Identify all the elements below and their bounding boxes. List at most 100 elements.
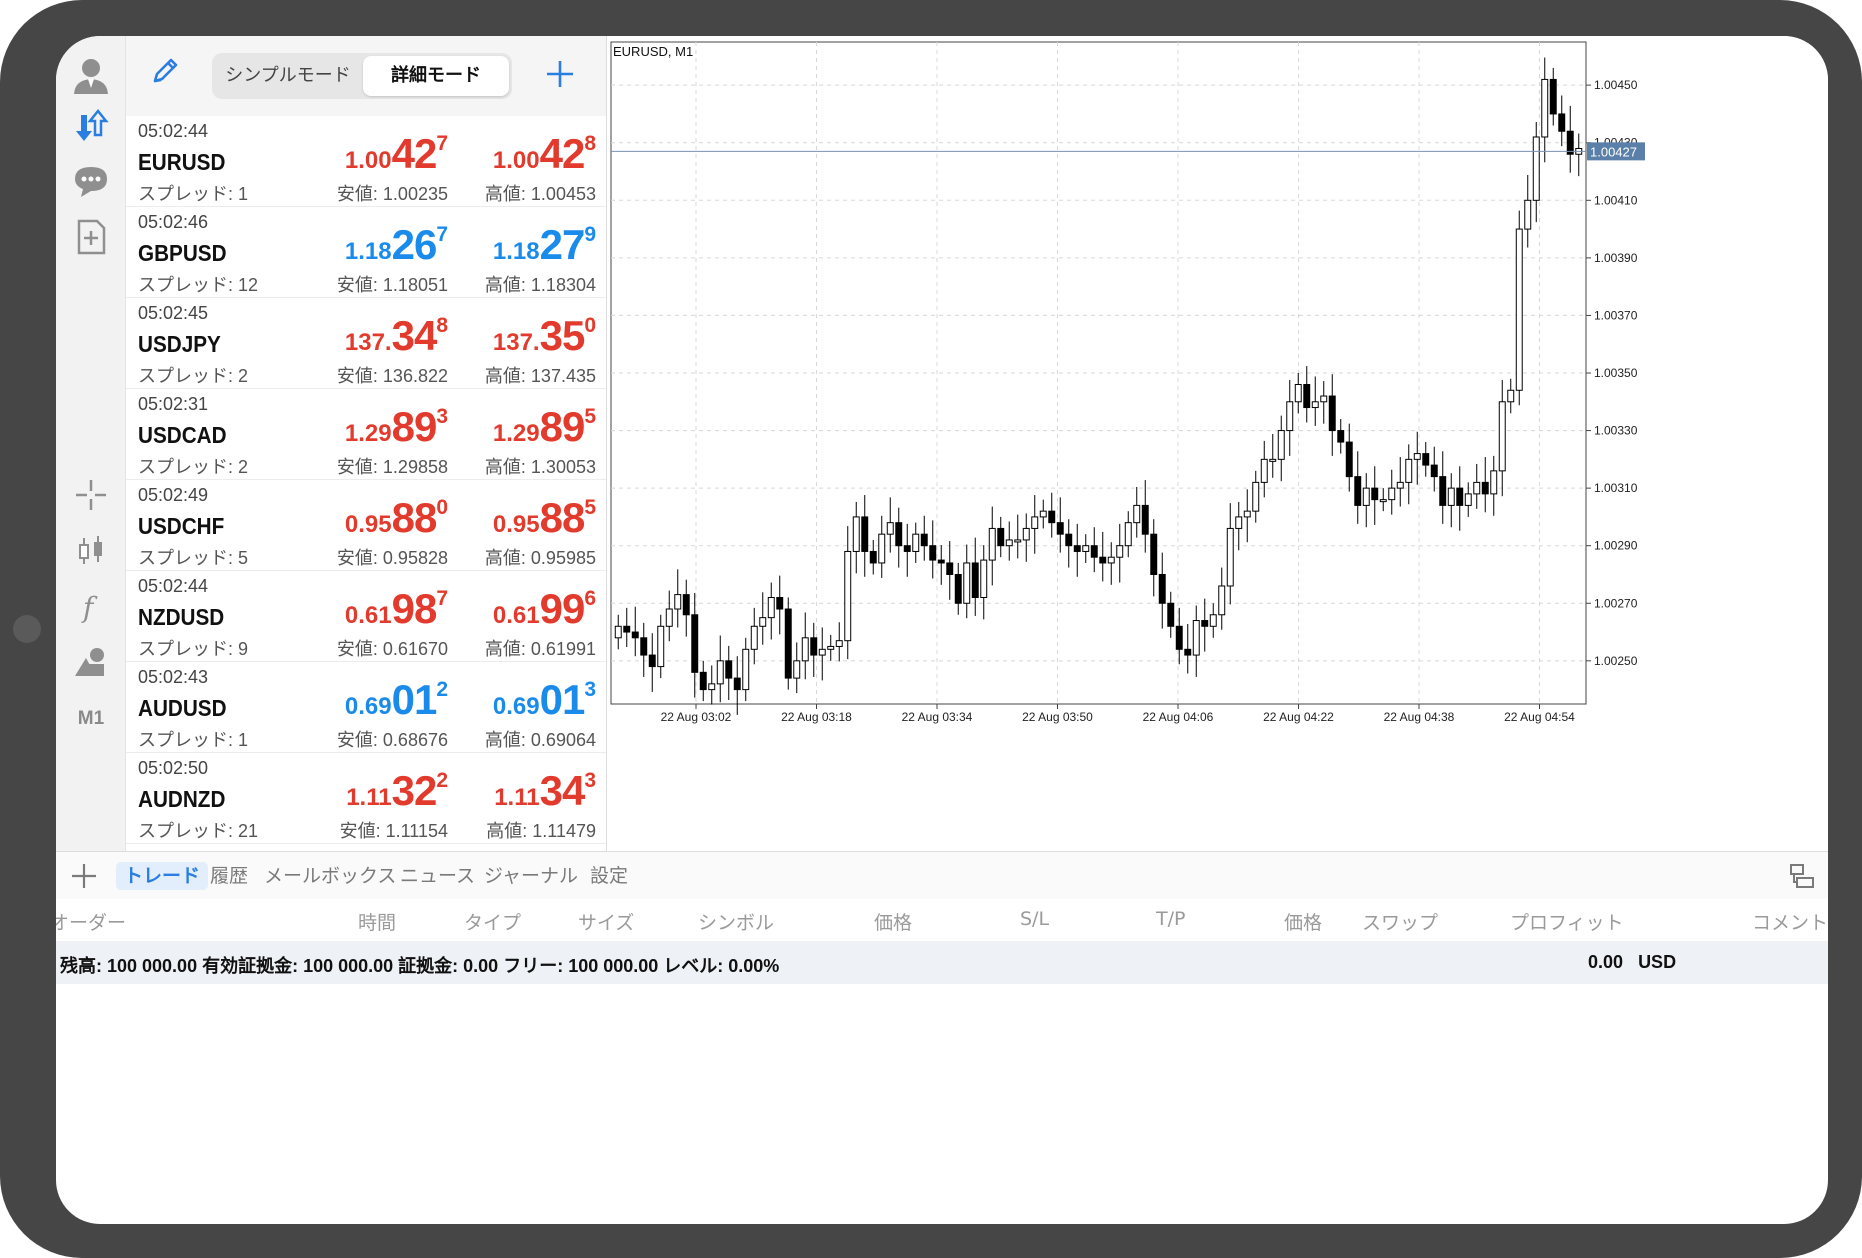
- quote-row[interactable]: 05:02:43 AUDUSD スプレッド: 1 安値: 0.68676 高値: 0.6…: [126, 662, 606, 753]
- bid-price[interactable]: 0.69012: [345, 676, 448, 724]
- timeframe-button[interactable]: M1: [64, 692, 118, 746]
- advanced-mode-button[interactable]: 詳細モード: [363, 56, 509, 96]
- add-plus-icon[interactable]: [70, 862, 98, 894]
- profit-value: 0.00: [1588, 952, 1624, 972]
- quote-time: 05:02:44: [138, 121, 209, 141]
- function-icon[interactable]: f: [64, 580, 118, 634]
- candle-body: [1456, 487, 1464, 506]
- quote-row[interactable]: 05:02:50 AUDNZD スプレッド: 21 安値: 1.11154 高値: 1.…: [126, 753, 606, 844]
- bid-price[interactable]: 137.348: [345, 312, 448, 360]
- quote-symbol: USDJPY: [138, 331, 221, 357]
- timeframe-label: M1: [77, 708, 105, 729]
- add-document-icon[interactable]: [64, 210, 118, 264]
- quote-row[interactable]: 05:02:31 USDCAD スプレッド: 2 安値: 1.29858 高値: 1.3…: [126, 389, 606, 480]
- quote-symbol: USDCAD: [138, 422, 227, 448]
- y-tick-label: 1.00370: [1594, 308, 1638, 322]
- ask-price[interactable]: 137.350: [493, 312, 596, 360]
- candle-body: [733, 677, 741, 691]
- chat-bubble-icon[interactable]: [64, 154, 118, 208]
- candle-body: [776, 597, 784, 610]
- ask-price-prefix: 0.95: [492, 511, 540, 538]
- person-icon[interactable]: [64, 48, 118, 102]
- quote-row[interactable]: 05:02:45 USDJPY スプレッド: 2 安値: 136.822 高値: 137…: [126, 298, 606, 389]
- orders-table-header: オーダー 時間 タイプ サイズ シンボル 価格 S/L T/P 価格 スワップ …: [56, 900, 1828, 942]
- bid-price[interactable]: 0.61987: [345, 585, 448, 633]
- tab-history[interactable]: 履歴: [202, 862, 256, 890]
- quote-symbol: EURUSD: [138, 149, 226, 175]
- candle-body: [767, 597, 775, 619]
- tab-trade[interactable]: トレード: [116, 862, 209, 890]
- bid-price-prefix: 0.69: [344, 693, 392, 720]
- bid-price[interactable]: 0.95880: [345, 494, 448, 542]
- quote-low: 安値: 0.61670: [336, 639, 448, 659]
- shapes-icon[interactable]: [64, 636, 118, 690]
- bid-price-pips: 34: [391, 312, 438, 359]
- quote-spread: スプレッド: 12: [138, 275, 259, 295]
- candle-body: [742, 648, 750, 691]
- add-symbol-icon[interactable]: [544, 58, 576, 94]
- quote-row[interactable]: 05:02:49 USDCHF スプレッド: 5 安値: 0.95828 高値: 0.9…: [126, 480, 606, 571]
- candle-body: [1515, 228, 1523, 391]
- quote-row[interactable]: 05:02:44 EURUSD スプレッド: 1 安値: 1.00235 高値: 1.0…: [126, 116, 606, 207]
- x-tick-label: 22 Aug 03:50: [1022, 710, 1093, 724]
- quote-high: 高値: 1.00453: [484, 184, 596, 204]
- candlestick-icon[interactable]: [64, 524, 118, 578]
- candle-body: [1201, 620, 1209, 627]
- ask-price-pips: 35: [539, 312, 586, 359]
- x-tick-label: 22 Aug 03:02: [661, 710, 732, 724]
- bid-price[interactable]: 1.29893: [345, 403, 448, 451]
- candle-body: [665, 608, 673, 627]
- bid-price-fraction: 7: [436, 223, 448, 246]
- bid-price-prefix: 0.61: [344, 602, 392, 629]
- crosshair-icon[interactable]: [64, 468, 118, 522]
- quote-row[interactable]: 05:02:44 NZDUSD スプレッド: 9 安値: 0.61670 高値: 0.6…: [126, 571, 606, 662]
- simple-mode-button[interactable]: シンプルモード: [215, 56, 361, 96]
- candle-body: [648, 654, 656, 668]
- candle-body: [1422, 453, 1430, 466]
- candle-body: [963, 562, 971, 604]
- candle-body: [886, 522, 894, 535]
- layout-icon[interactable]: [1788, 862, 1816, 894]
- ask-price[interactable]: 0.61996: [493, 585, 596, 633]
- account-summary-row: 残高: 100 000.00 有効証拠金: 100 000.00 証拠金: 0.…: [56, 942, 1828, 984]
- bid-price[interactable]: 1.18267: [345, 221, 448, 269]
- candle-body: [801, 637, 809, 662]
- price-chart[interactable]: 1.004501.004301.004101.003901.003701.003…: [606, 36, 1828, 851]
- arrows-updown-icon[interactable]: [64, 98, 118, 152]
- bid-price-pips: 01: [391, 676, 438, 723]
- ask-price[interactable]: 0.69013: [493, 676, 596, 724]
- bid-price-pips: 32: [391, 767, 438, 814]
- tab-mailbox[interactable]: メールボックス: [256, 862, 404, 890]
- ask-price[interactable]: 1.11343: [494, 767, 596, 815]
- bid-price-fraction: 7: [436, 587, 448, 610]
- quote-spread: スプレッド: 2: [138, 366, 249, 386]
- tab-journal[interactable]: ジャーナル: [476, 862, 586, 890]
- candle-body: [1031, 516, 1039, 529]
- y-tick-label: 1.00290: [1594, 539, 1638, 553]
- quote-low: 安値: 0.95828: [336, 548, 448, 568]
- edit-pencil-icon[interactable]: [148, 54, 182, 92]
- ask-price[interactable]: 1.00428: [493, 130, 596, 178]
- bid-price-fraction: 7: [436, 132, 448, 155]
- bid-price[interactable]: 1.11322: [346, 767, 448, 815]
- candle-body: [1549, 78, 1557, 115]
- candle-body: [1073, 545, 1081, 552]
- quote-spread: スプレッド: 21: [138, 821, 259, 841]
- ask-price[interactable]: 0.95885: [493, 494, 596, 542]
- candle-body: [1490, 470, 1498, 495]
- bid-price[interactable]: 1.00427: [345, 130, 448, 178]
- bid-price-fraction: 2: [436, 769, 448, 792]
- ask-price[interactable]: 1.29895: [493, 403, 596, 451]
- y-tick-label: 1.00350: [1594, 366, 1638, 380]
- candle-body: [895, 522, 903, 547]
- quote-row[interactable]: 05:02:46 GBPUSD スプレッド: 12 安値: 1.18051 高値: 1.…: [126, 207, 606, 298]
- candle-body: [1447, 487, 1455, 506]
- tab-news[interactable]: ニュース: [392, 862, 483, 890]
- chart-title: EURUSD, M1: [613, 44, 693, 59]
- ask-price[interactable]: 1.18279: [493, 221, 596, 269]
- tab-settings[interactable]: 設定: [582, 862, 636, 890]
- col-symbol: シンボル: [698, 912, 775, 934]
- candle-body: [835, 640, 843, 647]
- col-tp: T/P: [1156, 908, 1186, 930]
- candle-body: [827, 645, 835, 650]
